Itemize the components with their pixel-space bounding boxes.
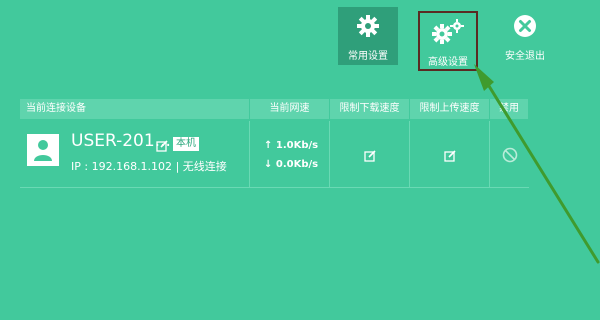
annotation-arrow	[474, 64, 600, 264]
